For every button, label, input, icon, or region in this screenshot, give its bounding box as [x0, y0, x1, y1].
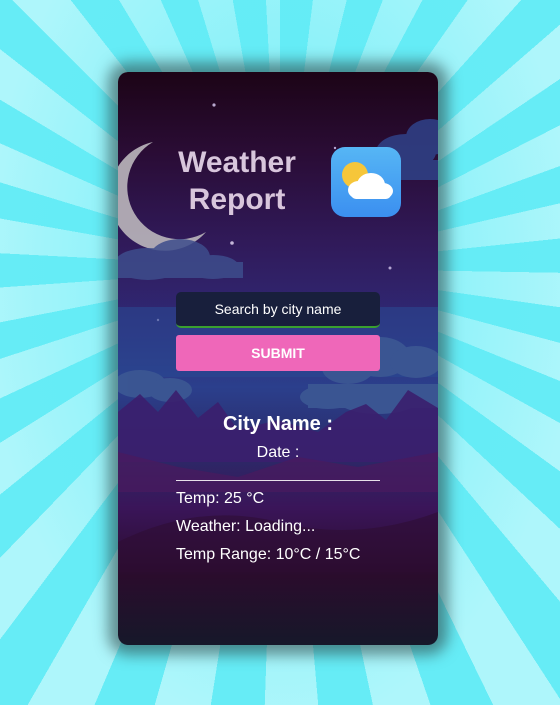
city-name-label: City Name :: [222, 413, 334, 435]
weather-description-text: Weather: Loading...: [176, 518, 316, 535]
title-line-1: Weather: [178, 146, 296, 179]
page-title: Weather Report: [174, 144, 300, 218]
date-label: Date :: [256, 444, 300, 461]
star: [230, 241, 234, 245]
star: [388, 266, 392, 270]
temperature-text: Temp: 25 °C: [176, 490, 265, 507]
divider: [176, 480, 380, 481]
app-card: Weather Report SUBMIT City Name : Date :…: [118, 72, 438, 645]
title-line-2: Report: [188, 183, 286, 216]
clouds-upper: [118, 239, 243, 280]
star: [212, 103, 216, 107]
submit-button[interactable]: SUBMIT: [176, 335, 380, 371]
temperature-range-text: Temp Range: 10°C / 15°C: [176, 546, 361, 563]
city-search-input[interactable]: [176, 292, 380, 328]
partly-cloudy-icon: [331, 147, 401, 217]
